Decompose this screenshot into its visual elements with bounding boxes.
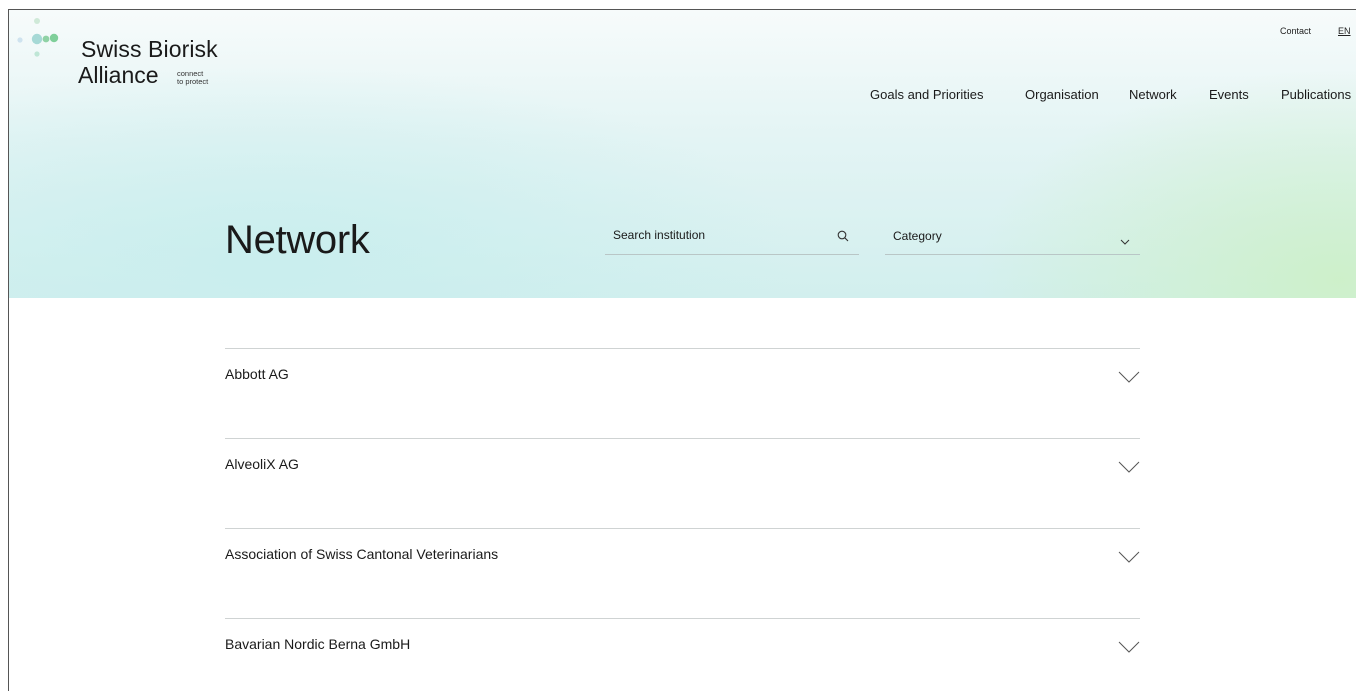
logo-dots-icon xyxy=(17,18,59,57)
logo-tagline-line2: to protect xyxy=(177,77,209,86)
chevron-down-icon xyxy=(1118,550,1140,568)
institution-name: Abbott AG xyxy=(225,366,289,382)
search-field xyxy=(605,215,859,255)
chevron-down-icon xyxy=(1118,460,1140,478)
list-item[interactable]: Bavarian Nordic Berna GmbH xyxy=(225,618,1140,691)
language-switcher[interactable]: EN xyxy=(1338,26,1351,36)
page-frame: Swiss Biorisk Alliance connect to protec… xyxy=(8,9,1356,691)
hero-header: Swiss Biorisk Alliance connect to protec… xyxy=(9,10,1356,298)
page-title: Network xyxy=(225,218,370,262)
nav-item-network[interactable]: Network xyxy=(1129,87,1177,102)
list-item[interactable]: Association of Swiss Cantonal Veterinari… xyxy=(225,528,1140,618)
institution-name: Bavarian Nordic Berna GmbH xyxy=(225,636,411,652)
contact-link[interactable]: Contact xyxy=(1280,26,1311,36)
nav-item-organisation[interactable]: Organisation xyxy=(1025,87,1099,102)
list-item[interactable]: Abbott AG xyxy=(225,348,1140,438)
chevron-down-icon xyxy=(1120,232,1130,250)
site-logo[interactable] xyxy=(15,16,71,62)
institution-name: AlveoliX AG xyxy=(225,456,299,472)
list-item[interactable]: AlveoliX AG xyxy=(225,438,1140,528)
category-select[interactable]: Category xyxy=(885,215,1140,255)
nav-item-publications[interactable]: Publications xyxy=(1281,87,1351,102)
logo-name-line2: Alliance xyxy=(78,62,159,88)
chevron-down-icon xyxy=(1118,640,1140,658)
search-input[interactable] xyxy=(605,215,825,255)
nav-item-goals-and-priorities[interactable]: Goals and Priorities xyxy=(870,87,983,102)
category-select-label: Category xyxy=(893,229,942,243)
logo-name-line1: Swiss Biorisk xyxy=(81,36,218,62)
chevron-down-icon xyxy=(1118,370,1140,388)
search-icon[interactable] xyxy=(837,229,849,247)
institution-list: Abbott AG AlveoliX AG Association of Swi… xyxy=(225,348,1140,691)
nav-item-events[interactable]: Events xyxy=(1209,87,1249,102)
logo-tagline: connect to protect xyxy=(177,70,208,86)
institution-name: Association of Swiss Cantonal Veterinari… xyxy=(225,546,499,562)
